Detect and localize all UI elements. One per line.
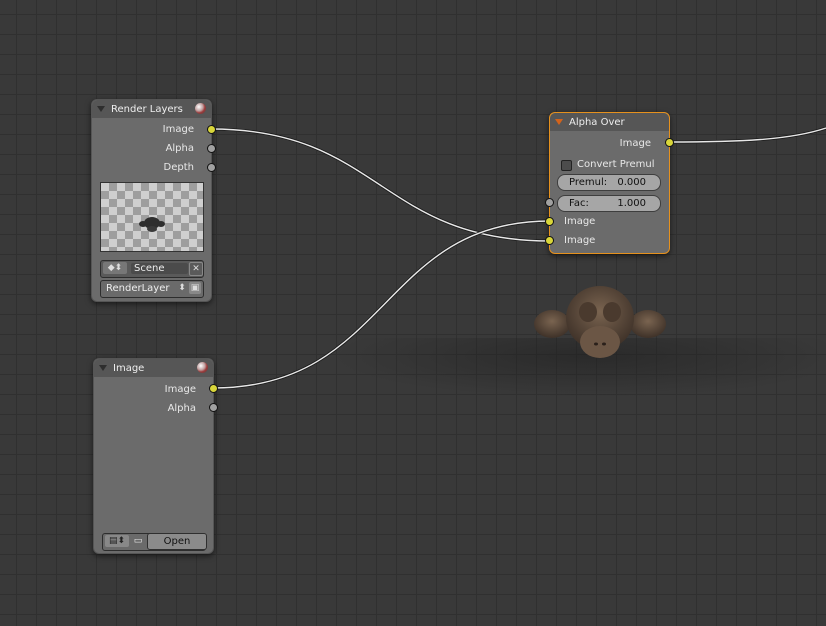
render-layers-depth-output-socket[interactable]: [207, 163, 216, 172]
triangle-down-icon[interactable]: [97, 106, 105, 112]
output-label-alpha: Alpha: [167, 403, 196, 414]
open-image-button[interactable]: Open: [147, 533, 207, 550]
output-label-image: Image: [164, 384, 196, 395]
output-label-depth: Depth: [163, 162, 194, 173]
image-alpha-output-socket[interactable]: [209, 403, 218, 412]
premul-field-label: Premul:: [569, 177, 608, 188]
x-clear-icon[interactable]: ✕: [189, 262, 203, 276]
triangle-down-icon[interactable]: [555, 119, 563, 125]
render-layers-alpha-output-socket[interactable]: [207, 144, 216, 153]
render-layers-node-title: Render Layers: [111, 103, 183, 115]
output-label-image: Image: [619, 138, 651, 149]
render-layers-node[interactable]: Render Layers Image Alpha Depth ◆⬍ Scene…: [91, 99, 212, 302]
material-sphere-icon[interactable]: [197, 362, 208, 373]
premul-field-value: 0.000: [617, 177, 646, 188]
triangle-down-icon[interactable]: [99, 365, 107, 371]
fac-slider-value: 1.000: [617, 198, 646, 209]
scene-name-field[interactable]: Scene: [131, 263, 188, 274]
render-layer-name[interactable]: RenderLayer: [106, 283, 176, 294]
alpha-over-node-title: Alpha Over: [569, 116, 625, 128]
folder-icon[interactable]: ▭: [131, 535, 145, 547]
link-image-image-to-alphaover-input1: [212, 219, 551, 390]
alpha-over-fac-input-socket[interactable]: [545, 198, 554, 207]
convert-premul-checkbox[interactable]: [561, 160, 572, 171]
alpha-over-image2-input-socket[interactable]: [545, 236, 554, 245]
alpha-over-node-header[interactable]: Alpha Over: [550, 113, 669, 131]
camera-icon[interactable]: ▣: [189, 282, 201, 294]
alpha-over-image1-input-socket[interactable]: [545, 217, 554, 226]
premul-field[interactable]: Premul: 0.000: [557, 174, 661, 191]
image-node-header[interactable]: Image: [94, 359, 213, 377]
scene-browse-icon[interactable]: ◆⬍: [103, 262, 127, 274]
render-layers-node-header[interactable]: Render Layers: [92, 100, 211, 118]
image-node[interactable]: Image Image Alpha ▤⬍ ▭ Open: [93, 358, 214, 554]
fac-slider[interactable]: Fac: 1.000: [557, 195, 661, 212]
scene-selector[interactable]: ◆⬍ Scene ✕: [100, 260, 204, 278]
render-preview-thumbnail: [100, 182, 204, 252]
alpha-over-image-output-socket[interactable]: [665, 138, 674, 147]
output-label-image: Image: [162, 124, 194, 135]
input-label-image-2: Image: [564, 235, 596, 246]
image-image-output-socket[interactable]: [209, 384, 218, 393]
image-browse-icon[interactable]: ▤⬍: [105, 535, 129, 547]
render-layers-image-output-socket[interactable]: [207, 125, 216, 134]
image-selector[interactable]: ▤⬍ ▭ Open: [102, 533, 207, 551]
image-node-title: Image: [113, 362, 145, 374]
material-sphere-icon[interactable]: [195, 103, 206, 114]
alpha-over-node[interactable]: Alpha Over Image Convert Premul Premul: …: [549, 112, 670, 254]
output-label-alpha: Alpha: [165, 143, 194, 154]
convert-premul-label: Convert Premul: [577, 159, 655, 170]
render-layer-selector[interactable]: RenderLayer ⬍ ▣: [100, 280, 204, 298]
fac-slider-label: Fac:: [569, 198, 589, 209]
updown-arrows-icon[interactable]: ⬍: [177, 282, 187, 294]
preview-monkey-icon: [139, 217, 165, 232]
input-label-image-1: Image: [564, 216, 596, 227]
